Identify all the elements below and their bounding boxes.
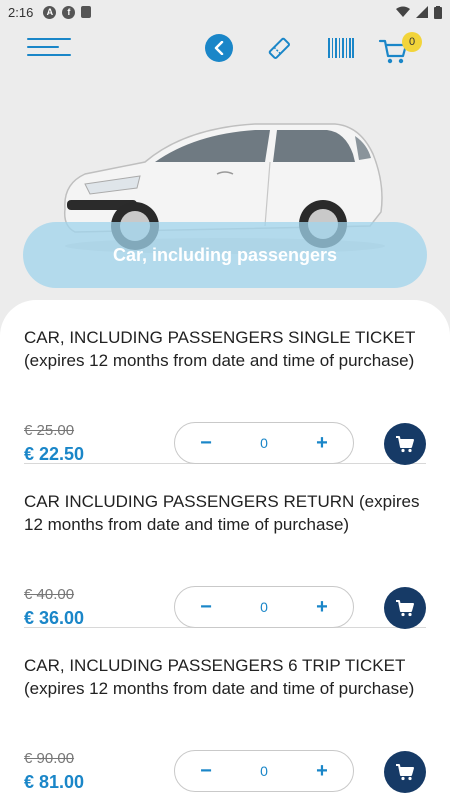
ticket-item: CAR, INCLUDING PASSENGERS SINGLE TICKET … [24, 300, 426, 465]
tickets-button[interactable] [265, 34, 293, 62]
quantity-stepper: − 0 + [174, 750, 354, 792]
ticket-title: CAR, INCLUDING PASSENGERS SINGLE TICKET … [24, 328, 416, 370]
old-price: € 40.00 [24, 586, 75, 603]
hero: Car, including passengers [0, 74, 450, 304]
top-bar: 0 [0, 24, 450, 74]
increase-button[interactable]: + [315, 597, 329, 617]
old-price: € 25.00 [24, 422, 75, 439]
add-to-cart-button[interactable] [384, 423, 426, 465]
decrease-button[interactable]: − [199, 433, 213, 453]
cart-icon [396, 600, 414, 617]
add-to-cart-button[interactable] [384, 587, 426, 629]
barcode-icon [328, 38, 354, 58]
ticket-title: CAR, INCLUDING PASSENGERS 6 TRIP TICKET … [24, 656, 415, 698]
price: € 81.00 [24, 772, 85, 792]
ticket-list: CAR, INCLUDING PASSENGERS SINGLE TICKET … [0, 300, 450, 800]
quantity-value: 0 [260, 435, 268, 451]
hero-title: Car, including passengers [23, 222, 427, 288]
old-price: € 90.00 [24, 750, 75, 767]
price: € 36.00 [24, 608, 85, 628]
signal-icon [416, 6, 428, 18]
price: € 22.50 [24, 444, 85, 464]
quantity-value: 0 [260, 599, 268, 615]
ticket-item: CAR INCLUDING PASSENGERS RETURN (expires… [24, 464, 426, 629]
quantity-value: 0 [260, 763, 268, 779]
cart-icon [396, 764, 414, 781]
decrease-button[interactable]: − [199, 761, 213, 781]
ticket-icon [268, 37, 290, 59]
cart-count-badge: 0 [402, 32, 422, 52]
increase-button[interactable]: + [315, 433, 329, 453]
cart-icon [396, 436, 414, 453]
barcode-button[interactable] [327, 36, 355, 60]
sd-card-icon [81, 6, 92, 18]
status-time: 2:16 [8, 4, 34, 20]
chevron-left-icon [214, 41, 224, 55]
add-to-cart-button[interactable] [384, 751, 426, 793]
ticket-title: CAR INCLUDING PASSENGERS RETURN (expires… [24, 492, 420, 534]
menu-icon[interactable] [27, 38, 71, 60]
app-f-icon: f [62, 5, 76, 19]
quantity-stepper: − 0 + [174, 422, 354, 464]
decrease-button[interactable]: − [199, 597, 213, 617]
cart-button[interactable]: 0 [378, 32, 422, 66]
battery-icon [434, 5, 442, 19]
ticket-item: CAR, INCLUDING PASSENGERS 6 TRIP TICKET … [24, 628, 426, 793]
app-a-icon: A [43, 5, 57, 19]
quantity-stepper: − 0 + [174, 586, 354, 628]
back-button[interactable] [205, 34, 233, 62]
wifi-icon [396, 6, 410, 17]
status-bar: 2:16 A f [0, 0, 450, 24]
increase-button[interactable]: + [315, 761, 329, 781]
